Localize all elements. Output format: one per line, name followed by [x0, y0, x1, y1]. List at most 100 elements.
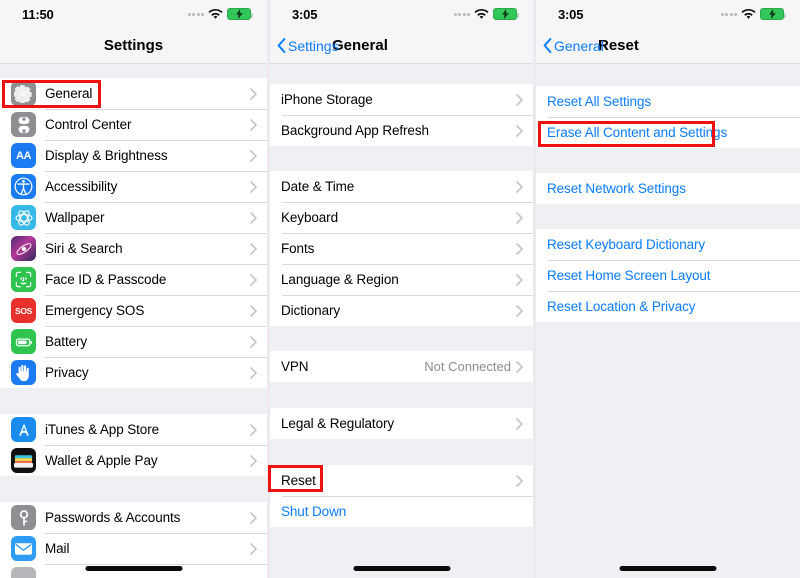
general-group-2: Date & Time Keyboard Fonts Language & Re… — [270, 171, 533, 326]
accessibility-icon — [11, 174, 36, 199]
panel-general: 3:05 Settings General iPhone Storage Bac… — [270, 0, 533, 578]
panel-reset: 3:05 General Reset Reset All Settings Er… — [536, 0, 800, 578]
sidebar-item-privacy[interactable]: Privacy — [0, 357, 267, 388]
sidebar-item-accessibility[interactable]: Accessibility — [0, 171, 267, 202]
list-item-background-app-refresh[interactable]: Background App Refresh — [270, 115, 533, 146]
list-item-reset-home-screen-layout[interactable]: Reset Home Screen Layout — [536, 260, 800, 291]
status-clock: 3:05 — [558, 6, 584, 22]
privacy-hand-icon — [11, 360, 36, 385]
list-item-dictionary[interactable]: Dictionary — [270, 295, 533, 326]
sidebar-item-mail[interactable]: Mail — [0, 533, 267, 564]
list-item-label: Dictionary — [281, 303, 341, 318]
nav-bar-settings: Settings — [0, 28, 267, 64]
chevron-right-icon — [516, 273, 523, 286]
chevron-right-icon — [250, 304, 257, 317]
general-group-3: VPN Not Connected — [270, 351, 533, 382]
sidebar-item-label: Accessibility — [45, 179, 118, 194]
settings-list: General Control Center AA Display & Brig… — [0, 64, 267, 578]
list-item-keyboard[interactable]: Keyboard — [270, 202, 533, 233]
wifi-icon — [474, 8, 489, 19]
list-item-iphone-storage[interactable]: iPhone Storage — [270, 84, 533, 115]
sidebar-item-battery[interactable]: Battery — [0, 326, 267, 357]
back-button-general[interactable]: General — [536, 38, 604, 54]
reset-group-3: Reset Keyboard Dictionary Reset Home Scr… — [536, 229, 800, 322]
page-title: Reset — [598, 37, 639, 54]
chevron-right-icon — [250, 242, 257, 255]
sidebar-item-control-center[interactable]: Control Center — [0, 109, 267, 140]
list-item-vpn[interactable]: VPN Not Connected — [270, 351, 533, 382]
list-item-reset[interactable]: Reset — [270, 465, 533, 496]
sidebar-item-label: Privacy — [45, 365, 89, 380]
list-item-label: Language & Region — [281, 272, 399, 287]
sidebar-item-label: Passwords & Accounts — [45, 510, 181, 525]
chevron-right-icon — [250, 511, 257, 524]
status-icons — [453, 8, 519, 20]
emergency-sos-icon: SOS — [11, 298, 36, 323]
general-group-5: Reset Shut Down — [270, 465, 533, 527]
list-item-label: VPN — [281, 359, 309, 374]
chevron-right-icon — [250, 335, 257, 348]
wifi-icon — [741, 8, 756, 19]
sidebar-item-wallpaper[interactable]: Wallpaper — [0, 202, 267, 233]
list-item-label: iPhone Storage — [281, 92, 373, 107]
chevron-right-icon — [516, 180, 523, 193]
back-button-settings[interactable]: Settings — [270, 38, 339, 54]
chevron-right-icon — [516, 124, 523, 137]
sidebar-item-label: Battery — [45, 334, 88, 349]
home-indicator — [353, 566, 450, 571]
sidebar-item-label: Emergency SOS — [45, 303, 145, 318]
list-item-label: Reset Keyboard Dictionary — [547, 237, 706, 252]
page-title: Settings — [103, 37, 164, 54]
chevron-right-icon — [516, 417, 523, 430]
back-button-label: Settings — [288, 37, 339, 54]
three-panel-iphone-settings-screenshot: 11:50 Settings General Control Center AA… — [0, 0, 800, 578]
chevron-right-icon — [516, 211, 523, 224]
list-item-reset-all-settings[interactable]: Reset All Settings — [536, 86, 800, 117]
sidebar-item-display-brightness[interactable]: AA Display & Brightness — [0, 140, 267, 171]
list-item-reset-location-privacy[interactable]: Reset Location & Privacy — [536, 291, 800, 322]
chevron-right-icon — [516, 93, 523, 106]
sidebar-item-general[interactable]: General — [0, 78, 267, 109]
control-center-icon — [11, 112, 36, 137]
reset-list: Reset All Settings Erase All Content and… — [536, 64, 800, 578]
chevron-left-icon — [543, 38, 552, 53]
list-item-label: Background App Refresh — [281, 123, 429, 138]
list-item-date-time[interactable]: Date & Time — [270, 171, 533, 202]
chevron-right-icon — [516, 474, 523, 487]
passwords-accounts-icon — [11, 505, 36, 530]
wallet-apple-pay-icon — [11, 448, 36, 473]
status-bar: 11:50 — [0, 0, 267, 28]
chevron-right-icon — [250, 423, 257, 436]
list-item-fonts[interactable]: Fonts — [270, 233, 533, 264]
sidebar-item-label: Mail — [45, 541, 70, 556]
status-clock: 3:05 — [292, 6, 318, 22]
section-gap — [536, 204, 800, 229]
sidebar-item-siri-search[interactable]: Siri & Search — [0, 233, 267, 264]
general-group-1: iPhone Storage Background App Refresh — [270, 84, 533, 146]
list-item-language-region[interactable]: Language & Region — [270, 264, 533, 295]
chevron-right-icon — [516, 360, 523, 373]
status-bar: 3:05 — [536, 0, 800, 28]
list-item-legal-regulatory[interactable]: Legal & Regulatory — [270, 408, 533, 439]
sidebar-item-emergency-sos[interactable]: SOS Emergency SOS — [0, 295, 267, 326]
list-item-shut-down[interactable]: Shut Down — [270, 496, 533, 527]
mail-icon — [11, 536, 36, 561]
sidebar-item-label: iTunes & App Store — [45, 422, 160, 437]
status-bar: 3:05 — [270, 0, 533, 28]
list-item-erase-all-content-and-settings[interactable]: Erase All Content and Settings — [536, 117, 800, 148]
list-item-reset-network-settings[interactable]: Reset Network Settings — [536, 173, 800, 204]
wallpaper-icon — [11, 205, 36, 230]
sidebar-item-wallet-apple-pay[interactable]: Wallet & Apple Pay — [0, 445, 267, 476]
back-button-label: General — [554, 37, 604, 54]
status-icons — [720, 8, 786, 20]
list-item-reset-keyboard-dictionary[interactable]: Reset Keyboard Dictionary — [536, 229, 800, 260]
section-gap — [270, 439, 533, 465]
sidebar-item-face-id-passcode[interactable]: Face ID & Passcode — [0, 264, 267, 295]
section-gap — [0, 64, 267, 78]
general-gear-icon — [11, 81, 36, 106]
section-gap — [270, 382, 533, 408]
sidebar-item-passwords-accounts[interactable]: Passwords & Accounts — [0, 502, 267, 533]
list-item-label: Date & Time — [281, 179, 355, 194]
chevron-right-icon — [250, 211, 257, 224]
sidebar-item-itunes-app-store[interactable]: iTunes & App Store — [0, 414, 267, 445]
